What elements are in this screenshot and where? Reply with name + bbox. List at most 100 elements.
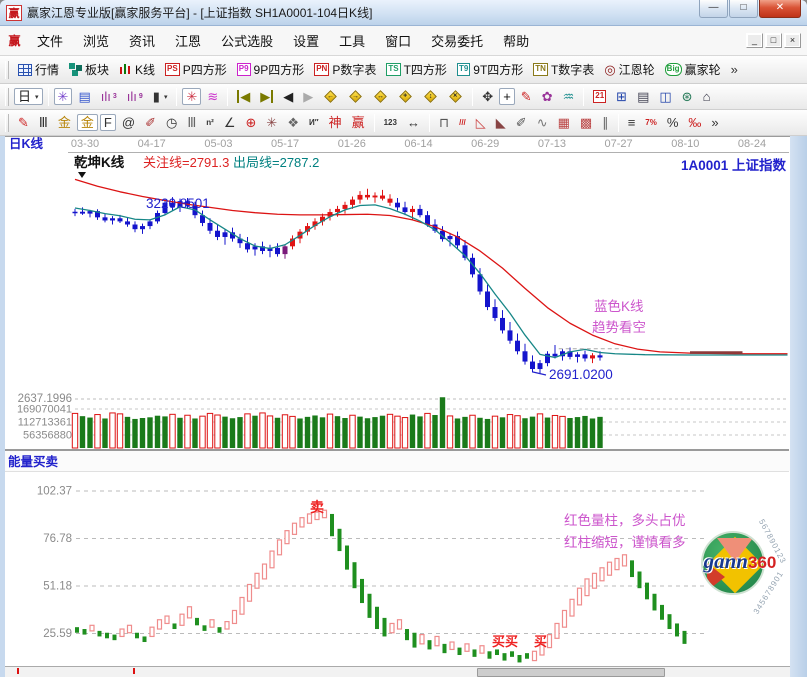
zoom-in-button[interactable]: ↕ bbox=[419, 88, 442, 105]
gann-circle-tool[interactable]: ⊕ bbox=[242, 114, 261, 131]
step-back-button[interactable]: ◀ bbox=[279, 88, 297, 105]
parallel-lines-tool[interactable]: ∥ bbox=[598, 114, 613, 131]
svg-text:56356880: 56356880 bbox=[23, 430, 72, 442]
n-square-tool[interactable]: n² bbox=[202, 117, 218, 129]
close-button[interactable]: ✕ bbox=[759, 0, 801, 18]
fan-box-tool[interactable]: ◺ bbox=[472, 114, 490, 131]
step-forward-button[interactable]: ▶ bbox=[299, 88, 317, 105]
svg-text:06-29: 06-29 bbox=[471, 138, 499, 150]
kline-button[interactable]: K线 bbox=[115, 59, 159, 80]
skip-to-end-button[interactable]: ▶ bbox=[256, 88, 277, 105]
price-chart-canvas[interactable]: 03-3004-1705-0305-1701-2606-1406-2907-13… bbox=[5, 137, 790, 667]
trend-measure-icon[interactable]: ✎ bbox=[517, 88, 536, 105]
single-kline-icon[interactable]: ▮▾ bbox=[149, 88, 172, 105]
fan-box-fill-tool[interactable]: ◣ bbox=[492, 114, 510, 131]
winner-wheel-button[interactable]: Big赢家轮 bbox=[661, 59, 725, 80]
brush-tool[interactable]: ✎ bbox=[14, 114, 33, 131]
mdi-restore-button[interactable]: □ bbox=[765, 33, 782, 48]
pencil-lines-tool[interactable]: ✐ bbox=[512, 114, 531, 131]
menu-item-资讯[interactable]: 资讯 bbox=[119, 28, 165, 53]
gold-ratio-tool[interactable]: 金 bbox=[54, 114, 75, 131]
sectors-button[interactable]: 板块 bbox=[65, 59, 113, 80]
time-line-tool[interactable]: Ⅲ bbox=[183, 114, 200, 131]
shift-right-button[interactable]: → bbox=[344, 88, 367, 105]
svg-text:红色量柱，多头占优: 红色量柱，多头占优 bbox=[564, 512, 686, 528]
export-disk-icon[interactable]: ⊛ bbox=[678, 88, 697, 105]
zigzag-tool[interactable]: ∿ bbox=[533, 114, 552, 131]
svg-text:01-26: 01-26 bbox=[338, 138, 366, 150]
time-cycle-tool[interactable]: ◷ bbox=[162, 114, 181, 131]
period-daily-selector[interactable]: 日▾ bbox=[14, 88, 43, 105]
gold-grid-tool[interactable]: 金 bbox=[77, 114, 98, 131]
menu-item-江恩[interactable]: 江恩 bbox=[165, 28, 211, 53]
info-list-icon[interactable]: ▤ bbox=[74, 88, 94, 105]
percent-line-tool[interactable]: ‰ bbox=[684, 114, 705, 131]
shen-grid-tool[interactable]: 神 bbox=[325, 114, 346, 131]
save-icon[interactable]: ◫ bbox=[655, 88, 675, 105]
mdi-close-button[interactable]: × bbox=[784, 33, 801, 48]
menu-item-交易委托[interactable]: 交易委托 bbox=[421, 28, 493, 53]
ying-grid-tool[interactable]: 赢 bbox=[348, 114, 369, 131]
market-overflow-chevron[interactable]: » bbox=[727, 61, 742, 78]
grid-dense-tool[interactable]: ▩ bbox=[576, 114, 596, 131]
menu-item-文件[interactable]: 文件 bbox=[27, 28, 73, 53]
pan-hand-button[interactable]: ✥ bbox=[478, 88, 497, 105]
gann-line-tool[interactable]: Ⅲ bbox=[35, 114, 52, 131]
minimize-button[interactable]: — bbox=[699, 0, 728, 18]
width-measure-tool[interactable]: ↔ bbox=[403, 114, 424, 131]
t-square-button[interactable]: TST四方形 bbox=[382, 59, 451, 80]
zoom-out-button[interactable]: × bbox=[444, 88, 467, 105]
gann-wheel-button[interactable]: ◎江恩轮 bbox=[600, 59, 658, 80]
notes-icon[interactable]: ▤ bbox=[633, 88, 653, 105]
ruler-123-tool[interactable]: 123 bbox=[380, 117, 401, 129]
calendar-icon[interactable]: 21 bbox=[589, 88, 610, 104]
market-overflow-chevron-icon: » bbox=[731, 63, 738, 76]
scrollbar-thumb[interactable] bbox=[477, 668, 665, 677]
boxed-web-tool[interactable]: ❖ bbox=[283, 114, 303, 131]
calculator-icon[interactable]: ⊞ bbox=[612, 88, 631, 105]
percent-zone-tool[interactable]: 7% bbox=[641, 117, 661, 129]
nine-p-square-button[interactable]: P99P四方形 bbox=[233, 59, 308, 80]
energy-indicator-icon[interactable]: ≋ bbox=[203, 88, 222, 105]
menu-item-公式选股[interactable]: 公式选股 bbox=[211, 28, 283, 53]
draw-overflow-chevron[interactable]: » bbox=[707, 114, 722, 131]
p-square-button[interactable]: PSP四方形 bbox=[161, 59, 231, 80]
gann-fan-tool[interactable]: /// bbox=[455, 117, 470, 129]
menu-item-工具[interactable]: 工具 bbox=[329, 28, 375, 53]
percent-draw-tool[interactable]: ✐ bbox=[141, 114, 160, 131]
pattern-mask-icon[interactable]: ✿ bbox=[538, 88, 557, 105]
menu-item-浏览[interactable]: 浏览 bbox=[73, 28, 119, 53]
nine-t-square-button[interactable]: T99T四方形 bbox=[453, 59, 527, 80]
compress-horizontal-button[interactable]: + bbox=[394, 88, 417, 105]
wave-scan-icon[interactable]: ♒ bbox=[559, 88, 579, 105]
angle-line-tool[interactable]: ∠ bbox=[220, 114, 240, 131]
horizontal-scrollbar[interactable] bbox=[5, 666, 790, 677]
multi-chart-9-icon[interactable]: ılı9 bbox=[123, 88, 147, 105]
menu-item-窗口[interactable]: 窗口 bbox=[375, 28, 421, 53]
expand-horizontal-button[interactable]: ↔ bbox=[369, 88, 392, 105]
n-wave-tool[interactable]: И″ bbox=[305, 117, 323, 129]
grid-dots-tool[interactable]: ▦ bbox=[554, 114, 574, 131]
mdi-minimize-button[interactable]: _ bbox=[746, 33, 763, 48]
menu-item-帮助[interactable]: 帮助 bbox=[493, 28, 539, 53]
pc-sync-icon[interactable]: ⌂ bbox=[699, 88, 715, 105]
qiankun-web-icon[interactable]: ✳ bbox=[182, 88, 201, 105]
maximize-button[interactable]: □ bbox=[729, 0, 758, 18]
gann-web-icon[interactable]: ✳ bbox=[54, 88, 73, 105]
spiral-tool[interactable]: @ bbox=[118, 114, 139, 131]
p-number-table-button[interactable]: PNP数字表 bbox=[310, 59, 380, 80]
gann-circle-tool-icon: ⊕ bbox=[246, 116, 257, 129]
t-number-table-button[interactable]: TNT数字表 bbox=[529, 59, 598, 80]
shift-left-button[interactable]: ← bbox=[319, 88, 342, 105]
f-grid-tool[interactable]: F bbox=[100, 114, 116, 131]
menu-item-设置[interactable]: 设置 bbox=[283, 28, 329, 53]
crosshair-button[interactable]: + bbox=[499, 88, 515, 105]
star-web-tool[interactable]: ✳ bbox=[262, 114, 281, 131]
skip-to-start-button[interactable]: ◀ bbox=[233, 88, 254, 105]
multi-chart-3-icon[interactable]: ılı3 bbox=[97, 88, 121, 105]
box-measure-tool[interactable]: ⊓ bbox=[435, 114, 453, 131]
quotes-button[interactable]: 行情 bbox=[14, 59, 63, 80]
price-scale-tool[interactable]: ≡ bbox=[624, 114, 640, 131]
chart-area[interactable]: 03-3004-1705-0305-1701-2606-1406-2907-13… bbox=[5, 136, 790, 666]
percent-tool[interactable]: % bbox=[663, 114, 683, 131]
